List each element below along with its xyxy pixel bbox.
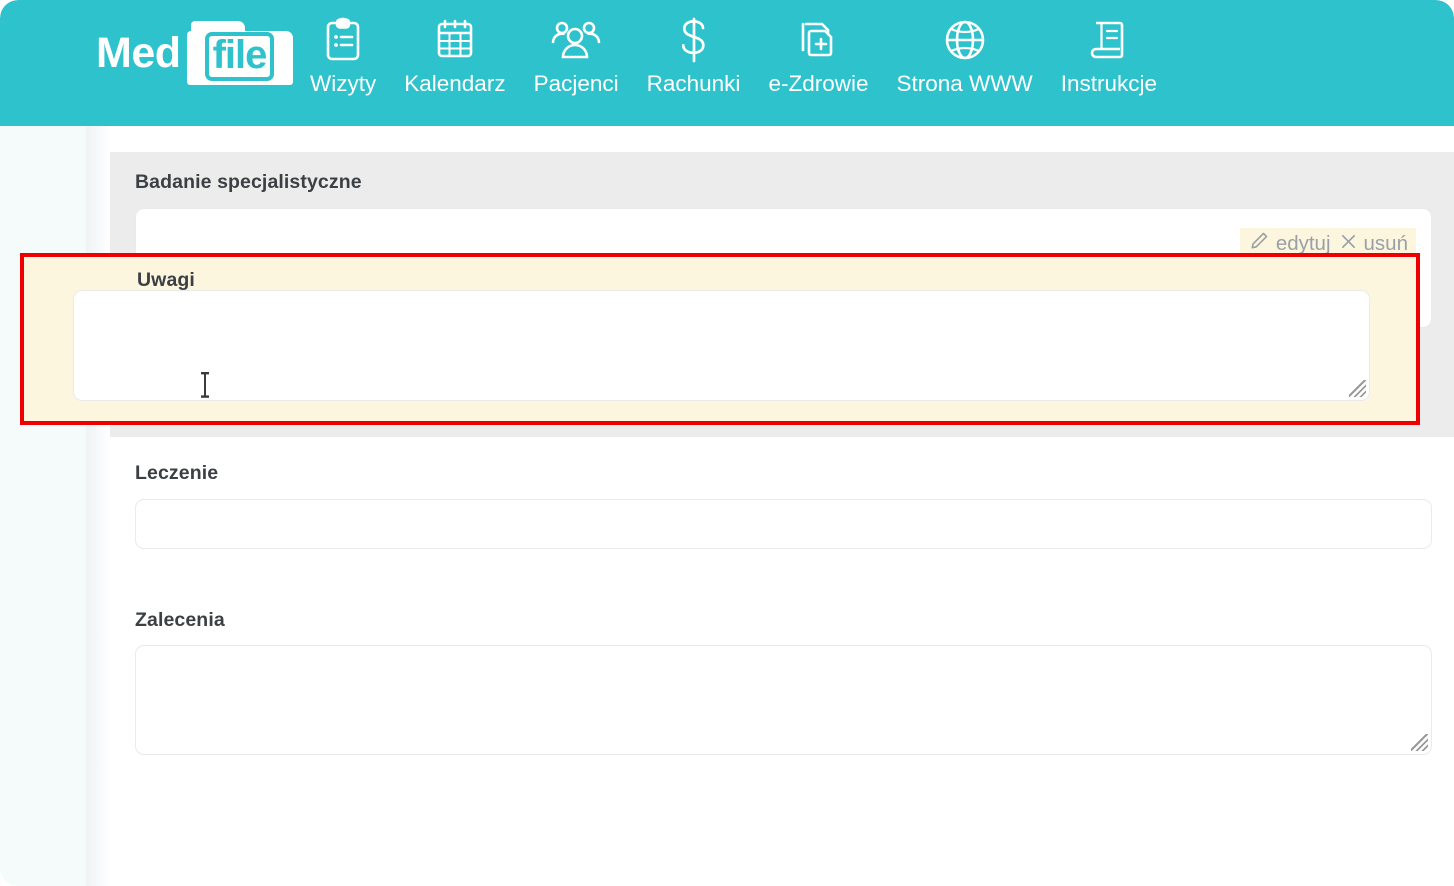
- edytuj-label: edytuj: [1275, 231, 1331, 255]
- top-navigation-bar: Med file Wizyty Kalendarz Pacjenci Rachu…: [0, 0, 1454, 126]
- logo-text-file-wrapper: file: [187, 31, 293, 85]
- globe-icon: [942, 14, 988, 66]
- people-icon: [550, 14, 602, 66]
- clipboard-icon: [323, 14, 363, 66]
- logo-folder-icon: file: [186, 21, 293, 85]
- nav-item-kalendarz-label: Kalendarz: [404, 71, 506, 96]
- uwagi-label: Uwagi: [137, 269, 195, 291]
- close-x-icon: [1340, 232, 1357, 256]
- nav-item-strona-www-label: Strona WWW: [896, 71, 1033, 96]
- logo-text-file: file: [204, 31, 275, 82]
- nav-item-instrukcje[interactable]: Instrukcje: [1047, 14, 1171, 97]
- dollar-icon: [676, 14, 712, 66]
- nav-item-instrukcje-label: Instrukcje: [1060, 71, 1158, 96]
- book-icon: [1088, 14, 1130, 66]
- left-rail-fade: [86, 126, 110, 886]
- nav-item-kalendarz[interactable]: Kalendarz: [390, 14, 519, 97]
- zalecenia-label: Zalecenia: [135, 609, 225, 631]
- nav-item-wizyty[interactable]: Wizyty: [296, 14, 390, 97]
- nav-items: Wizyty Kalendarz Pacjenci Rachunki e-Zdr…: [296, 14, 1171, 97]
- nav-item-rachunki-label: Rachunki: [646, 71, 741, 96]
- zalecenia-textarea[interactable]: [135, 645, 1432, 755]
- leczenie-input[interactable]: [135, 499, 1432, 549]
- left-rail: [0, 126, 86, 886]
- nav-item-wizyty-label: Wizyty: [310, 71, 377, 96]
- nav-item-e-zdrowie[interactable]: e-Zdrowie: [754, 14, 882, 97]
- usun-label: usuń: [1363, 231, 1408, 255]
- uwagi-textarea[interactable]: [73, 290, 1370, 401]
- logo-text-med: Med: [96, 28, 181, 77]
- badanie-label: Badanie specjalistyczne: [135, 171, 362, 193]
- nav-item-strona-www[interactable]: Strona WWW: [882, 14, 1046, 97]
- zalecenia-resize-handle[interactable]: [1411, 734, 1428, 751]
- usun-button[interactable]: usuń: [1340, 232, 1408, 256]
- uwagi-resize-handle[interactable]: [1349, 380, 1366, 397]
- nav-item-pacjenci[interactable]: Pacjenci: [520, 14, 633, 97]
- medfile-logo[interactable]: Med file: [96, 16, 293, 90]
- nav-item-pacjenci-label: Pacjenci: [533, 71, 619, 96]
- application-window: Med file Wizyty Kalendarz Pacjenci Rachu…: [0, 0, 1454, 886]
- uwagi-highlight-region: Uwagi: [20, 253, 1420, 425]
- calendar-icon: [434, 14, 476, 66]
- nav-item-rachunki[interactable]: Rachunki: [633, 14, 755, 97]
- nav-item-e-zdrowie-label: e-Zdrowie: [768, 71, 869, 96]
- medical-documents-icon: [796, 14, 840, 66]
- leczenie-label: Leczenie: [135, 462, 219, 484]
